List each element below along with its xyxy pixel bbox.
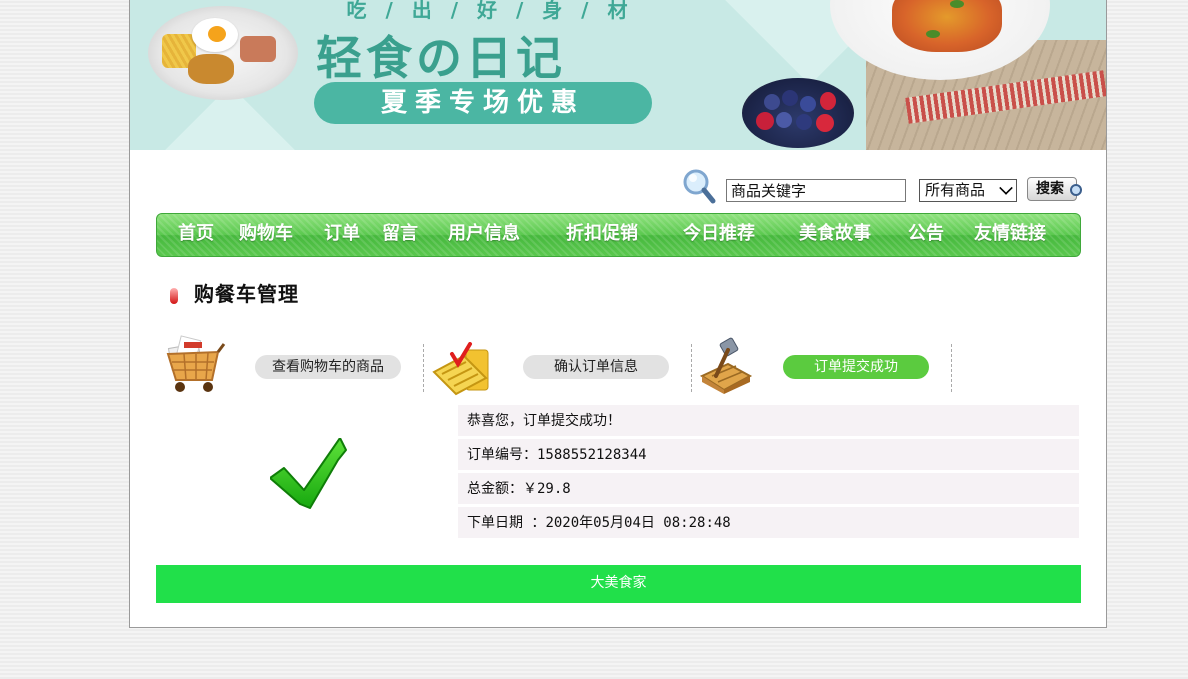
yolk-image bbox=[208, 26, 226, 42]
blueberry bbox=[764, 94, 780, 110]
hammer-tools-icon bbox=[699, 337, 753, 394]
nav-item-announcements[interactable]: 公告 bbox=[908, 214, 944, 256]
checkmark-icon bbox=[270, 438, 347, 509]
category-select[interactable]: 所有商品 bbox=[919, 179, 1017, 202]
order-total-value: ￥29.8 bbox=[523, 481, 571, 497]
search-button-label: 搜索 bbox=[1036, 181, 1064, 197]
search-button-icon bbox=[1070, 184, 1082, 196]
nav-item-orders[interactable]: 订单 bbox=[324, 214, 360, 256]
food-plate-image bbox=[148, 6, 298, 100]
order-date-label: 下单日期 ： bbox=[467, 515, 546, 531]
footer: 大美食家 bbox=[156, 565, 1081, 603]
chicken-image bbox=[188, 54, 234, 84]
order-date-value: 2020年05月04日 08:28:48 bbox=[545, 515, 731, 531]
step-divider bbox=[423, 344, 424, 392]
step-divider bbox=[691, 344, 692, 392]
order-number-value: 1588552128344 bbox=[537, 447, 647, 463]
banner-title: 轻食の日记 bbox=[316, 31, 566, 85]
category-select-value: 所有商品 bbox=[925, 181, 986, 199]
nav-item-cart[interactable]: 购物车 bbox=[239, 214, 293, 256]
page-container: 吃 / 出 / 好 / 身 / 材 轻食の日记 夏季专场优惠 所有商品 bbox=[129, 0, 1107, 628]
nav-item-user-info[interactable]: 用户信息 bbox=[448, 214, 520, 256]
nav-item-links[interactable]: 友情链接 bbox=[974, 214, 1046, 256]
nav-item-discounts[interactable]: 折扣促销 bbox=[566, 214, 638, 256]
berry-bowl-image bbox=[742, 78, 854, 148]
basil-leaf bbox=[926, 30, 940, 38]
pasta-image bbox=[892, 0, 1002, 52]
step-order-success: 订单提交成功 bbox=[783, 355, 929, 379]
shopping-cart-icon bbox=[166, 335, 226, 392]
blueberry bbox=[800, 96, 816, 112]
footer-text: 大美食家 bbox=[590, 575, 647, 591]
search-button[interactable]: 搜索 bbox=[1027, 177, 1082, 201]
blueberry bbox=[776, 112, 792, 128]
order-total-row: 总金额：￥29.8 bbox=[458, 473, 1079, 505]
search-input[interactable] bbox=[726, 179, 906, 202]
nav-item-food-stories[interactable]: 美食故事 bbox=[799, 214, 871, 256]
step-view-cart: 查看购物车的商品 bbox=[255, 355, 401, 379]
nav-item-home[interactable]: 首页 bbox=[178, 214, 214, 256]
section-title: 购餐车管理 bbox=[194, 282, 299, 306]
chevron-down-icon bbox=[999, 181, 1013, 195]
banner-promo: 夏季专场优惠 bbox=[314, 82, 652, 124]
raspberry bbox=[816, 114, 834, 132]
order-number-label: 订单编号： bbox=[467, 447, 537, 463]
success-text: 恭喜您，订单提交成功！ bbox=[467, 413, 621, 429]
nav-item-messages[interactable]: 留言 bbox=[382, 214, 418, 256]
salmon-image bbox=[240, 36, 276, 62]
calculator-icon bbox=[432, 342, 489, 396]
order-number-row: 订单编号：1588552128344 bbox=[458, 439, 1079, 471]
blueberry bbox=[796, 114, 812, 130]
step-divider bbox=[951, 344, 952, 392]
search-magnifier-icon bbox=[683, 169, 716, 204]
order-date-row: 下单日期 ：2020年05月04日 08:28:48 bbox=[458, 507, 1079, 539]
order-success-message: 恭喜您，订单提交成功！ bbox=[458, 405, 1079, 437]
banner: 吃 / 出 / 好 / 身 / 材 轻食の日记 夏季专场优惠 bbox=[130, 0, 1106, 150]
nav-item-recommend[interactable]: 今日推荐 bbox=[683, 214, 755, 256]
main-nav: 首页 购物车 订单 留言 用户信息 折扣促销 今日推荐 美食故事 公告 友情链接 bbox=[156, 213, 1081, 257]
step-confirm-order: 确认订单信息 bbox=[523, 355, 669, 379]
order-total-label: 总金额： bbox=[467, 481, 523, 497]
basil-leaf bbox=[950, 0, 964, 8]
pill-icon bbox=[170, 288, 178, 304]
banner-slogan: 吃 / 出 / 好 / 身 / 材 bbox=[346, 0, 634, 22]
raspberry bbox=[820, 92, 836, 110]
raspberry bbox=[756, 112, 774, 130]
blueberry bbox=[782, 90, 798, 106]
